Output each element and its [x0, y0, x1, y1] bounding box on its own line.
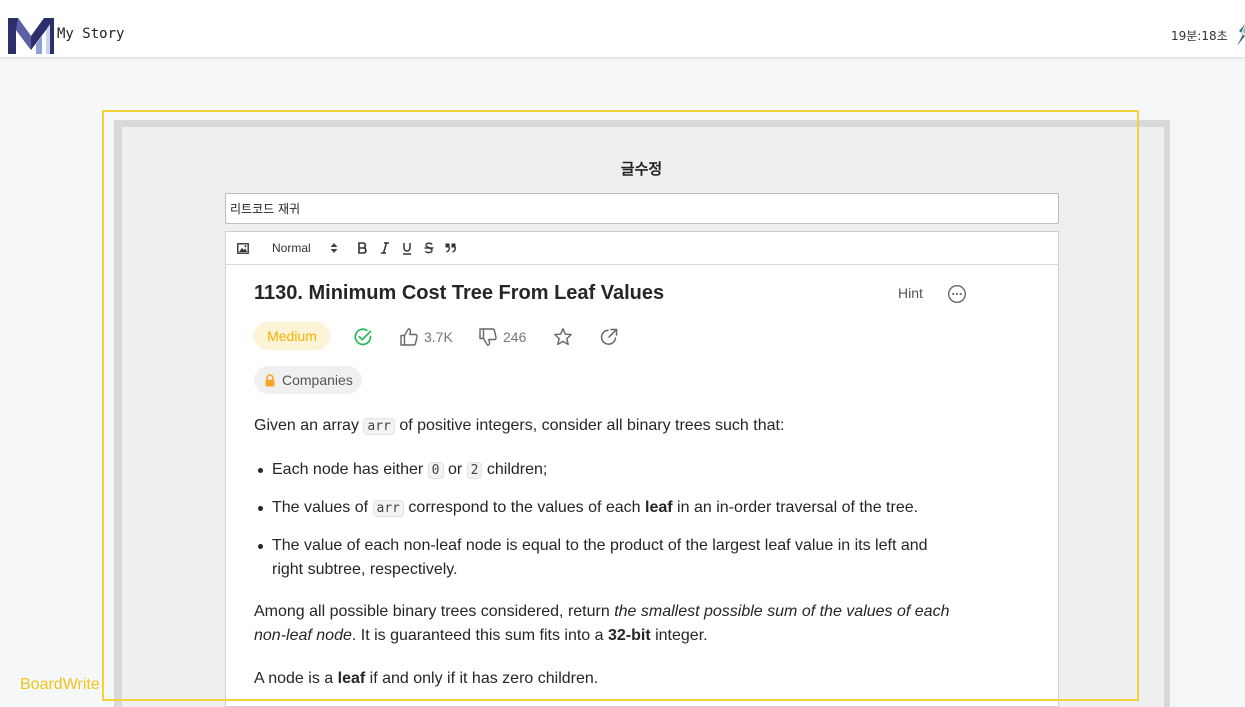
inline-code: 2 [466, 462, 483, 479]
list-item: The value of each non-leaf node is equal… [254, 534, 939, 582]
companies-label: Companies [282, 372, 353, 388]
text: A node is a [254, 670, 338, 687]
text: The values of [272, 499, 373, 516]
companies-badge[interactable]: Companies [254, 366, 362, 394]
text: The value of each non-leaf node is equal… [272, 537, 928, 578]
inline-code: 0 [427, 462, 444, 479]
text: of positive integers, consider all binar… [394, 417, 785, 434]
top-bar: My Story 19분:18초 [0, 0, 1245, 58]
post-title-input[interactable] [225, 193, 1059, 224]
likes-count: 3.7K [424, 329, 453, 345]
text: or [443, 461, 467, 478]
editor-content[interactable]: 1130. Minimum Cost Tree From Leaf Values… [226, 266, 1058, 707]
problem-title: 1130. Minimum Cost Tree From Leaf Values [254, 282, 665, 304]
lock-icon [265, 373, 275, 386]
dislikes-count: 246 [503, 329, 527, 345]
blockquote-icon[interactable] [443, 240, 457, 256]
leaf-definition: A node is a leaf if and only if it has z… [254, 667, 954, 691]
list-item: The values of arr correspond to the valu… [254, 496, 954, 521]
format-select[interactable]: Normal [272, 240, 312, 256]
thumbs-up-icon[interactable] [399, 327, 419, 347]
editor-toolbar: Normal [226, 232, 1058, 265]
list-item: Each node has either 0 or 2 children; [254, 458, 954, 483]
bold-text: leaf [645, 499, 673, 516]
problem-intro: Given an array arr of positive integers,… [254, 414, 954, 439]
text: Given an array [254, 417, 364, 434]
form-title: 글수정 [620, 160, 663, 178]
text: Among all possible binary trees consider… [254, 603, 615, 620]
text: correspond to the values of each [403, 499, 646, 516]
text: if and only if it has zero children. [365, 670, 599, 687]
italic-icon[interactable] [378, 240, 392, 256]
share-icon[interactable] [599, 327, 619, 347]
underline-icon[interactable] [400, 240, 414, 256]
constraints-list: Each node has either 0 or 2 children; Th… [254, 458, 954, 595]
text: in an in-order traversal of the tree. [672, 499, 919, 516]
inline-code: arr [363, 418, 395, 435]
text: Each node has either [272, 461, 428, 478]
image-icon[interactable] [236, 240, 250, 256]
thumbs-down-icon[interactable] [478, 327, 498, 347]
problem-task: Among all possible binary trees consider… [254, 600, 954, 648]
star-icon[interactable] [553, 327, 573, 347]
select-arrows-icon[interactable] [329, 240, 339, 256]
text: integer. [650, 627, 708, 644]
logo-icon[interactable] [8, 16, 54, 54]
brand-name[interactable]: My Story [57, 26, 124, 42]
more-options-icon[interactable] [947, 284, 967, 304]
bold-text: leaf [337, 670, 366, 687]
rich-text-editor[interactable]: Normal 1130. Minimum Cost Tree From Leaf… [225, 231, 1059, 707]
solved-check-icon [354, 328, 372, 346]
difficulty-badge: Medium [254, 322, 330, 350]
hint-button[interactable]: Hint [898, 285, 923, 301]
avatar[interactable] [1236, 22, 1245, 48]
component-label: BoardWrite [20, 676, 100, 693]
text: . It is guaranteed this sum fits into a [351, 627, 608, 644]
session-timer: 19분:18초 [1171, 29, 1228, 43]
inline-code: arr [372, 500, 404, 517]
bold-text: 32-bit [607, 627, 651, 644]
strikethrough-icon[interactable] [422, 240, 436, 256]
text: children; [482, 461, 548, 478]
bold-icon[interactable] [356, 240, 370, 256]
